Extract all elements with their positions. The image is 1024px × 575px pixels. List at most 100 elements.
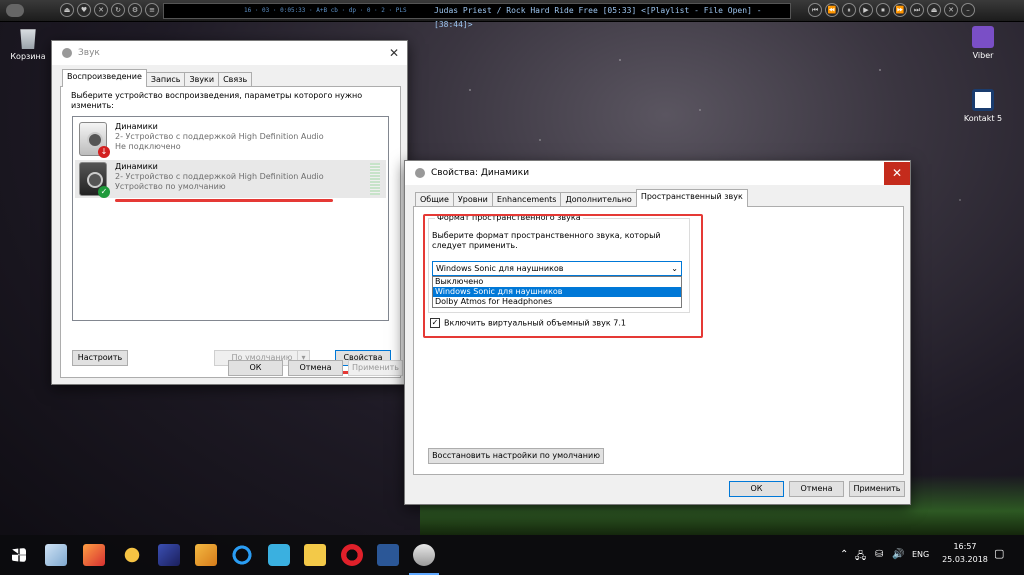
audio-app-icon[interactable] — [158, 544, 180, 566]
device-text: Динамики 2- Устройство с поддержкой High… — [115, 122, 324, 152]
device-text: Динамики 2- Устройство с поддержкой High… — [115, 162, 324, 192]
restore-defaults-button[interactable]: Восстановить настройки по умолчанию — [428, 448, 604, 464]
minimize-player-icon[interactable]: – — [961, 3, 975, 17]
ok-button[interactable]: ОК — [228, 360, 283, 376]
player-stats: 16 · 03 · 0:05:33 · A+B cb · dp · 0 · 2 … — [244, 7, 407, 14]
kontakt-icon — [972, 89, 994, 111]
tab-recording[interactable]: Запись — [145, 72, 186, 87]
device-status: Устройство по умолчанию — [115, 182, 226, 191]
player-eject-icon[interactable]: ⏏ — [60, 3, 74, 17]
tab-advanced[interactable]: Дополнительно — [560, 192, 637, 207]
pause-icon[interactable]: ⏸ — [842, 3, 856, 17]
device-description: 2- Устройство с поддержкой High Definiti… — [115, 132, 324, 141]
media-app-icon[interactable] — [121, 544, 143, 566]
play-icon[interactable]: ▶ — [859, 3, 873, 17]
close-icon[interactable]: ✕ — [381, 42, 407, 65]
player-controls: ⏮ ⏪ ⏸ ▶ ⏹ ⏩ ⏭ ⏏ ✕ – — [808, 3, 975, 17]
cancel-button[interactable]: Отмена — [288, 360, 343, 376]
device-name: Динамики — [115, 162, 158, 171]
player-mini-buttons: ⏏ ♥ ✕ ↻ ⚙ ≡ — [60, 3, 159, 17]
desktop-icon-viber[interactable]: Viber — [953, 26, 1013, 60]
clock-time[interactable]: 16:57 — [950, 542, 980, 551]
notifications-icon[interactable]: ▢ — [994, 547, 1004, 560]
tab-general[interactable]: Общие — [415, 192, 454, 207]
forward-icon[interactable]: ⏩ — [893, 3, 907, 17]
show-hidden-icons-icon[interactable]: ⌃ — [840, 549, 848, 560]
virtual-surround-label: Включить виртуальный объемный звук 7.1 — [444, 318, 626, 328]
media-player-bar: ⏏ ♥ ✕ ↻ ⚙ ≡ 16 · 03 · 0:05:33 · A+B cb ·… — [0, 0, 1024, 29]
player-logo-icon[interactable] — [6, 4, 24, 17]
configure-button[interactable]: Настроить — [72, 350, 128, 366]
disconnected-badge-icon: ↓ — [98, 146, 110, 158]
player-repeat-icon[interactable]: ↻ — [111, 3, 125, 17]
device-list: ↓ Динамики 2- Устройство с поддержкой Hi… — [72, 116, 389, 321]
player-settings-icon[interactable]: ⚙ — [128, 3, 142, 17]
desktop-icon-kontakt[interactable]: Kontakt 5 — [953, 89, 1013, 123]
device-description: 2- Устройство с поддержкой High Definiti… — [115, 172, 324, 181]
sound-title: Звук — [78, 48, 100, 58]
sound-titlebar: Звук ✕ — [52, 41, 407, 65]
speaker-device-icon: ✓ — [79, 162, 110, 198]
language-indicator[interactable]: ENG — [912, 550, 929, 559]
speaker-icon — [415, 168, 425, 178]
viber-icon — [972, 26, 994, 48]
sound-dialog: Звук ✕ Воспроизведение Запись Звуки Связ… — [51, 40, 408, 385]
tab-spatial-sound[interactable]: Пространственный звук — [635, 189, 748, 207]
windows-start-icon[interactable] — [12, 548, 26, 562]
tab-sounds[interactable]: Звуки — [184, 72, 220, 87]
ok-button[interactable]: ОК — [729, 481, 784, 497]
speaker-device-icon: ↓ — [79, 122, 110, 158]
next-icon[interactable]: ⏭ — [910, 3, 924, 17]
desktop-icon-label: Корзина — [10, 52, 46, 61]
desktop-icon-label: Kontakt 5 — [963, 114, 1003, 123]
properties-body: Общие Уровни Enhancements Дополнительно … — [405, 185, 910, 504]
player-display: 16 · 03 · 0:05:33 · A+B cb · dp · 0 · 2 … — [163, 3, 791, 29]
device-item-selected[interactable]: ✓ Динамики 2- Устройство с поддержкой Hi… — [75, 160, 386, 198]
close-player-icon[interactable]: ✕ — [944, 3, 958, 17]
tab-levels[interactable]: Уровни — [452, 192, 493, 207]
desktop-icon-label: Viber — [972, 51, 994, 60]
utility-app-icon[interactable] — [268, 544, 290, 566]
usb-icon[interactable]: ⛁ — [875, 549, 883, 560]
player-shuffle-icon[interactable]: ✕ — [94, 3, 108, 17]
open-icon[interactable]: ⏏ — [927, 3, 941, 17]
virtual-surround-row[interactable]: ✓ Включить виртуальный объемный звук 7.1 — [430, 318, 626, 328]
virtual-surround-checkbox[interactable]: ✓ — [430, 318, 440, 328]
volume-icon[interactable]: 🔊 — [892, 549, 904, 560]
device-item[interactable]: ↓ Динамики 2- Устройство с поддержкой Hi… — [75, 120, 386, 158]
speaker-icon — [62, 48, 72, 58]
properties-title: Свойства: Динамики — [431, 168, 530, 178]
word-icon[interactable] — [377, 544, 399, 566]
network-icon[interactable]: 🖧 — [855, 549, 866, 566]
player-eq-icon[interactable]: ≡ — [145, 3, 159, 17]
sound-settings-icon[interactable] — [413, 544, 435, 566]
tab-playback[interactable]: Воспроизведение — [62, 69, 147, 87]
apply-button[interactable]: Применить — [348, 360, 403, 376]
desktop-icon-recycle-bin[interactable]: Корзина — [0, 27, 58, 61]
taskbar: ⌃ 🖧 ⛁ 🔊 ENG 16:57 25.03.2018 ▢ — [0, 535, 1024, 575]
browser-icon[interactable] — [231, 544, 253, 566]
fl-studio-icon[interactable] — [195, 544, 217, 566]
quick-launch-icon[interactable] — [45, 544, 67, 566]
recycle-bin-icon — [20, 29, 36, 49]
device-name: Динамики — [115, 122, 158, 131]
properties-titlebar: Свойства: Динамики ✕ — [405, 161, 910, 185]
stop-icon[interactable]: ⏹ — [876, 3, 890, 17]
default-check-icon: ✓ — [98, 186, 110, 198]
clock-date[interactable]: 25.03.2018 — [941, 555, 989, 564]
firework-app-icon[interactable] — [83, 544, 105, 566]
close-icon[interactable]: ✕ — [884, 161, 910, 185]
tab-enhancements[interactable]: Enhancements — [491, 192, 562, 207]
apply-button[interactable]: Применить — [849, 481, 905, 497]
sound-body: Воспроизведение Запись Звуки Связь Выбер… — [52, 65, 407, 384]
properties-dialog: Свойства: Динамики ✕ Общие Уровни Enhanc… — [404, 160, 911, 505]
rewind-icon[interactable]: ⏪ — [825, 3, 839, 17]
prev-icon[interactable]: ⏮ — [808, 3, 822, 17]
playback-instruction: Выберите устройство воспроизведения, пар… — [71, 91, 363, 110]
file-explorer-icon[interactable] — [304, 544, 326, 566]
opera-icon[interactable] — [341, 544, 363, 566]
playback-panel: Выберите устройство воспроизведения, пар… — [60, 86, 401, 378]
player-heart-icon[interactable]: ♥ — [77, 3, 91, 17]
cancel-button[interactable]: Отмена — [789, 481, 844, 497]
tab-communications[interactable]: Связь — [218, 72, 253, 87]
